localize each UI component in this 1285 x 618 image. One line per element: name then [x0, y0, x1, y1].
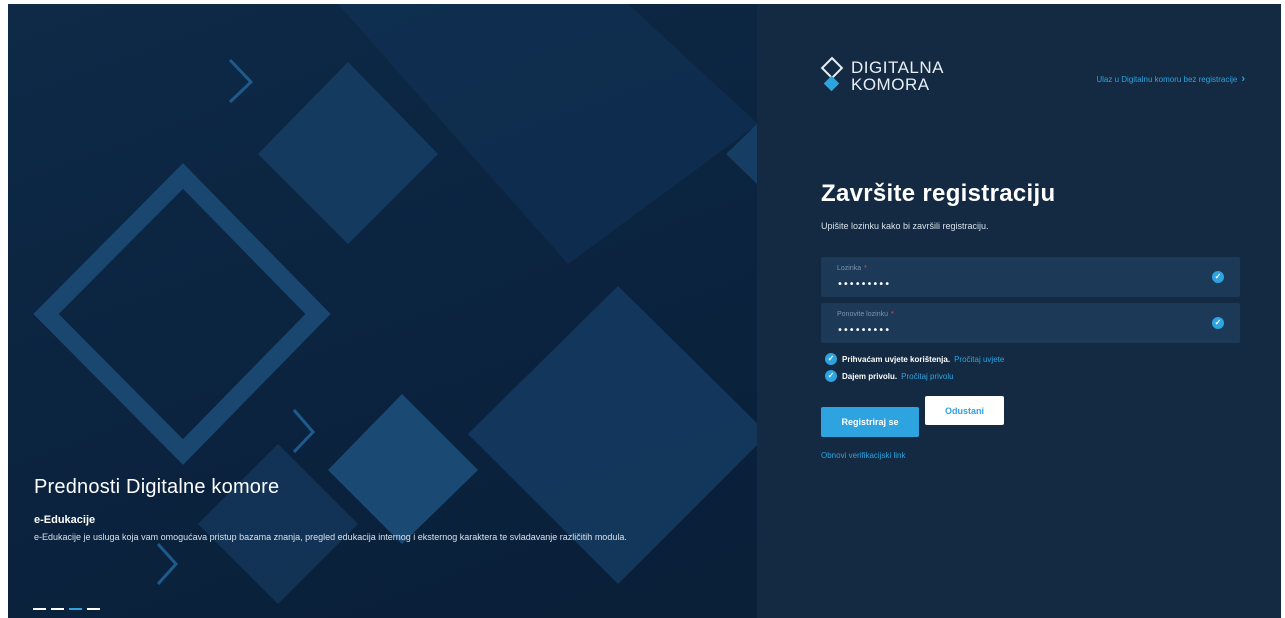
- terms-label: Prihvaćam uvjete korištenja.: [842, 354, 951, 364]
- password-label: Lozinka *: [837, 265, 867, 272]
- hero-panel: Prednosti Digitalne komore e-Edukacije e…: [8, 4, 757, 618]
- consent-link[interactable]: Pročitaj privolu: [901, 372, 953, 381]
- terms-checkbox-icon[interactable]: ✓: [825, 353, 837, 365]
- repeat-password-field[interactable]: Ponovite lozinku* ✓: [821, 303, 1240, 343]
- consent-label: Dajem privolu.: [842, 371, 898, 381]
- page-subtitle: Upišite lozinku kako bi završili registr…: [821, 221, 989, 231]
- logo-text: DIGITALNA KOMORA: [851, 59, 944, 93]
- bg-diamond-outline: [33, 163, 331, 465]
- logo-mark-icon: [820, 56, 844, 94]
- check-circle-icon: ✓: [1212, 271, 1224, 283]
- registration-panel: DIGITALNA KOMORA Ulaz u Digitalnu komoru…: [757, 4, 1281, 618]
- bg-diamond-mid: [258, 62, 438, 244]
- bg-chevron-low: [156, 542, 179, 586]
- slide-dot-1[interactable]: [33, 608, 46, 610]
- logo-line-1: DIGITALNA: [851, 58, 944, 77]
- hero-content: Prednosti Digitalne komore e-Edukacije e…: [34, 476, 734, 542]
- bg-chevron-mid: [292, 409, 316, 454]
- bg-chevron-top: [228, 58, 254, 104]
- repeat-password-input[interactable]: [837, 323, 1177, 337]
- password-input[interactable]: [837, 277, 1177, 291]
- chevron-right-icon: ›: [1241, 73, 1245, 85]
- logo[interactable]: DIGITALNA KOMORA: [820, 56, 944, 94]
- hero-title: Prednosti Digitalne komore: [34, 476, 280, 498]
- slide-dot-2[interactable]: [51, 608, 64, 610]
- consent-checkbox-row: ✓ Dajem privolu. Pročitaj privolu: [825, 370, 954, 382]
- guest-entry-link-label: Ulaz u Digitalnu komoru bez registracije: [1096, 74, 1238, 84]
- terms-checkbox-row: ✓ Prihvaćam uvjete korištenja. Pročitaj …: [825, 353, 1004, 365]
- hero-feature-title: e-Edukacije: [34, 514, 96, 526]
- guest-entry-link[interactable]: Ulaz u Digitalnu komoru bez registracije…: [1096, 73, 1245, 85]
- page-title: Završite registraciju: [821, 180, 1056, 207]
- resend-verification-link[interactable]: Obnovi verifikacijski link: [821, 451, 905, 460]
- logo-line-2: KOMORA: [851, 75, 930, 94]
- slider-indicator: [33, 608, 100, 610]
- consent-checkbox-icon[interactable]: ✓: [825, 370, 837, 382]
- slide-dot-4[interactable]: [87, 608, 100, 610]
- slide-dot-3[interactable]: [69, 608, 82, 610]
- terms-link[interactable]: Pročitaj uvjete: [954, 355, 1004, 364]
- hero-feature-description: e-Edukacije je usluga koja vam omogućava…: [34, 532, 627, 542]
- app-frame: Prednosti Digitalne komore e-Edukacije e…: [8, 4, 1281, 618]
- repeat-password-label: Ponovite lozinku *: [837, 311, 894, 318]
- cancel-button[interactable]: Odustani: [925, 396, 1004, 425]
- check-circle-icon: ✓: [1212, 317, 1224, 329]
- password-field[interactable]: Lozinka* ✓: [821, 257, 1240, 297]
- register-button[interactable]: Registriraj se: [821, 407, 919, 437]
